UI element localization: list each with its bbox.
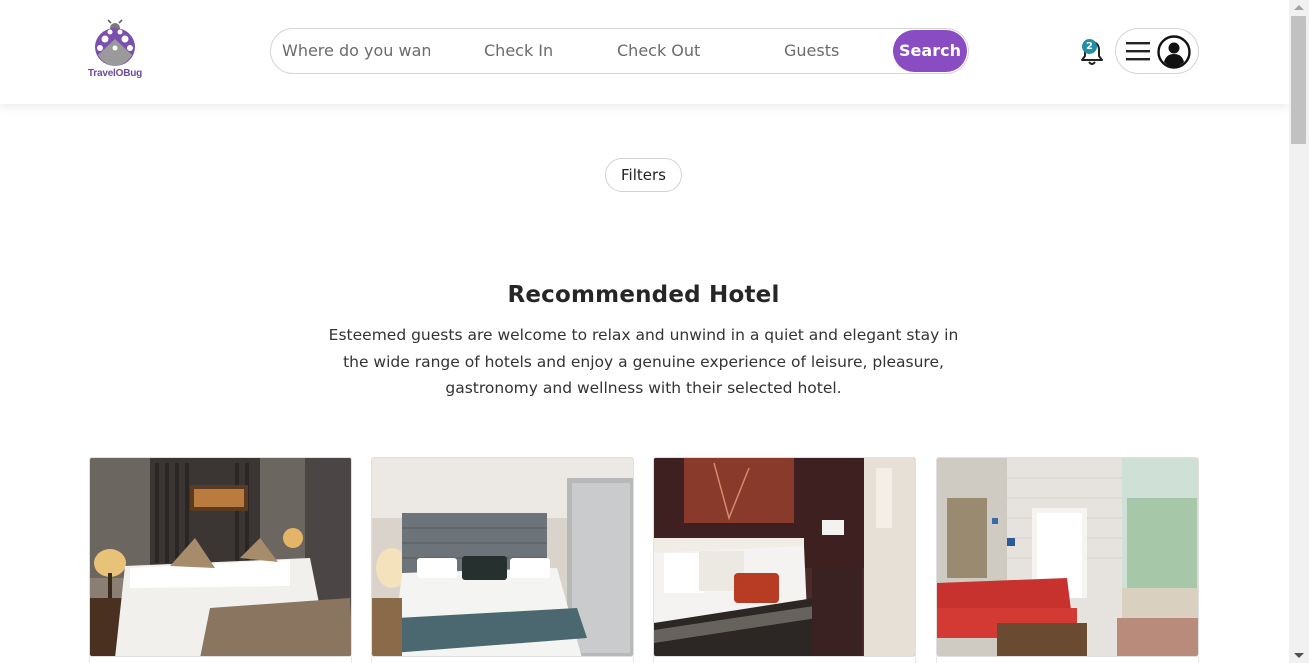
section-title: Recommended Hotel — [507, 282, 780, 308]
site-logo[interactable]: TravelOBug — [86, 19, 144, 83]
scroll-up-arrow-icon[interactable] — [1294, 5, 1304, 10]
check-in-field[interactable]: Check In — [484, 29, 574, 73]
hotel-card-1-footer — [89, 657, 352, 663]
filters-button[interactable]: Filters — [605, 158, 682, 192]
hotel-card-3-footer — [653, 657, 916, 663]
hotel-room-photo-1 — [90, 458, 351, 656]
section-description: Esteemed guests are welcome to relax and… — [328, 326, 959, 397]
page-scrollbar[interactable] — [1289, 0, 1309, 663]
hotel-card-2-footer — [371, 657, 634, 663]
scroll-down-arrow-icon[interactable] — [1294, 653, 1304, 658]
user-circle-icon — [1157, 35, 1191, 69]
hotel-room-photo-4 — [937, 458, 1198, 656]
hotel-room-photo-2 — [372, 458, 633, 656]
hamburger-icon — [1126, 42, 1150, 61]
hotel-card-1[interactable] — [89, 457, 352, 657]
scrollbar-thumb[interactable] — [1291, 16, 1306, 144]
user-menu-button[interactable] — [1115, 28, 1199, 74]
hotel-card-3[interactable] — [653, 457, 916, 657]
hotel-card-4-footer — [936, 657, 1199, 663]
ladybug-logo-icon — [95, 19, 135, 66]
destination-input[interactable]: Where do you wan — [282, 29, 430, 73]
logo-text: TravelOBug — [87, 68, 143, 79]
guests-field[interactable]: Guests — [784, 29, 854, 73]
notification-count-badge: 2 — [1082, 39, 1097, 54]
search-bar: Where do you wan Check In Check Out Gues… — [270, 28, 969, 74]
top-navbar: TravelOBug Where do you wan Check In Che… — [0, 0, 1289, 104]
hotel-card-4[interactable] — [936, 457, 1199, 657]
check-out-field[interactable]: Check Out — [617, 29, 717, 73]
hotel-room-photo-3 — [654, 458, 915, 656]
hotel-card-2[interactable] — [371, 457, 634, 657]
search-button[interactable]: Search — [893, 30, 967, 72]
